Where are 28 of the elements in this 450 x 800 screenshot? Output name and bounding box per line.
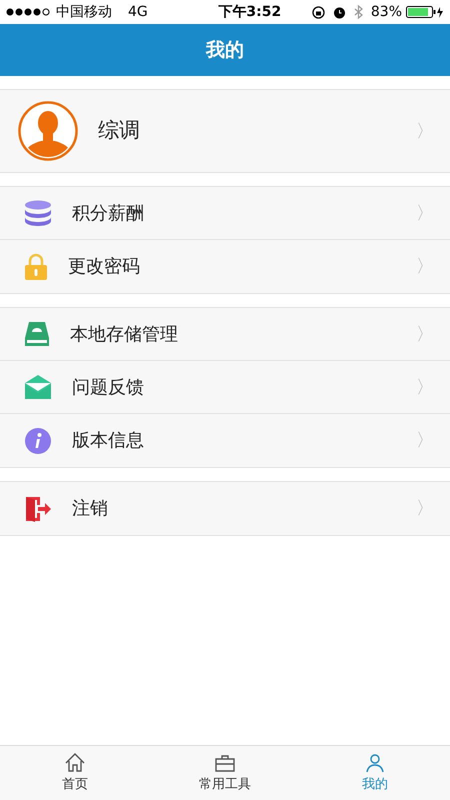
tab[interactable]: 我的 <box>300 746 450 800</box>
battery-percent: 83% <box>370 2 402 22</box>
chevron-icon: 〉 <box>416 320 434 348</box>
rotation-lock-icon <box>312 6 325 18</box>
battery-icon <box>406 6 444 18</box>
user-name: 综调 <box>98 117 141 144</box>
info-icon <box>24 426 52 454</box>
bluetooth-icon <box>354 5 363 19</box>
carrier-name: 中国移动 <box>56 2 112 22</box>
page-title: 我的 <box>206 38 244 63</box>
chevron-icon: 〉 <box>416 374 434 400</box>
network-type: 4G <box>128 2 148 22</box>
clock-time: 下午3:52 <box>217 2 282 22</box>
alarm-icon <box>332 6 346 18</box>
exit-door-icon <box>24 494 52 522</box>
chevron-icon: 〉 <box>416 495 434 522</box>
avatar-icon <box>18 101 78 161</box>
signal-icon <box>6 8 52 16</box>
padlock-icon <box>24 252 48 280</box>
envelope-icon <box>24 374 52 400</box>
tab[interactable]: 常用工具 <box>150 746 300 800</box>
chevron-icon: 〉 <box>416 427 434 454</box>
storage-drive-icon <box>24 320 50 348</box>
coins-icon <box>24 200 52 226</box>
chevron-icon: 〉 <box>416 200 434 226</box>
tab[interactable]: 首页 <box>0 746 150 800</box>
chevron-icon: 〉 <box>416 118 434 144</box>
chevron-icon: 〉 <box>416 253 434 280</box>
